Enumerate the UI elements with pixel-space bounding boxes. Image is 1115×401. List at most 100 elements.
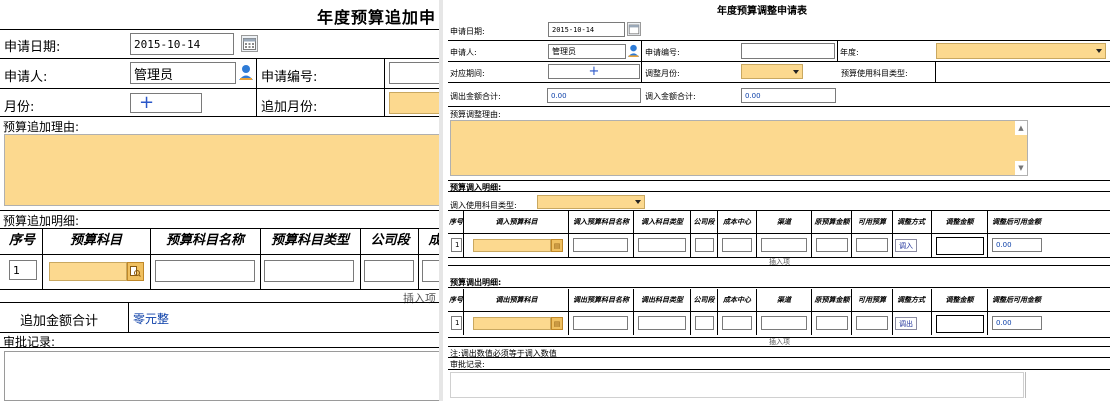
in-col-header-adjust-amount: 调整金额: [945, 217, 974, 227]
in-total-value: 0.00: [741, 88, 836, 103]
apply-no-label: 申请编号:: [261, 70, 318, 85]
total-value: 零元整: [133, 312, 170, 326]
apply-date-label: 申请日期:: [450, 27, 485, 36]
in-row-input-cost-center[interactable]: [722, 238, 752, 252]
subject-type-input[interactable]: [264, 260, 354, 282]
grid-line: [463, 289, 464, 335]
in-total-label: 调入金额合计:: [645, 92, 696, 101]
grid-line: [851, 211, 852, 257]
calendar-icon[interactable]: [627, 22, 641, 36]
cost-center-input[interactable]: [422, 260, 439, 282]
insert-link[interactable]: 插入项: [403, 290, 436, 306]
out-row-input-cost-center[interactable]: [722, 316, 752, 330]
out-col-header-subject-type: 调出科目类型: [641, 295, 683, 305]
grid-line: [633, 211, 634, 257]
dropdown-arrow-icon: [793, 69, 799, 74]
out-detail-table: 序号 调出预算科目 调出预算科目名称 调出科目类型 公司段 成本中心 渠道 原预算金额 可用预算…: [443, 289, 1115, 337]
out-col-header-subject: 调出预算科目: [495, 295, 538, 305]
adjust-month-label: 调整月份:: [645, 69, 680, 78]
scroll-arrow-icon[interactable]: ▲: [1015, 121, 1027, 135]
col-header-no: 序号: [8, 233, 35, 249]
out-row-input-company[interactable]: [695, 316, 714, 330]
period-input[interactable]: +: [548, 64, 640, 79]
scroll-arrow-icon[interactable]: ▼: [1015, 161, 1027, 175]
grid-line: [463, 211, 464, 257]
out-adjust-amount-input[interactable]: [936, 315, 984, 333]
in-row-input-orig-amount[interactable]: [816, 238, 848, 252]
user-icon[interactable]: [627, 43, 640, 58]
plus-icon[interactable]: +: [589, 65, 600, 78]
out-row-no-input[interactable]: 1: [451, 316, 462, 330]
reason-textarea[interactable]: [4, 134, 439, 206]
out-row-input-available[interactable]: [856, 316, 888, 330]
calendar-icon[interactable]: [241, 35, 258, 52]
plus-icon[interactable]: +: [139, 94, 154, 112]
lookup-icon[interactable]: ▤: [551, 317, 563, 330]
in-row-input-subject-type[interactable]: [638, 238, 686, 252]
out-col-header-available: 可用预算: [858, 295, 886, 305]
apply-date-input[interactable]: 2015-10-14: [130, 33, 234, 55]
add-month-select[interactable]: [389, 92, 439, 114]
year-select[interactable]: [936, 43, 1106, 59]
grid-line: [811, 211, 812, 257]
add-month-label: 追加月份:: [261, 100, 318, 115]
grid-line: [568, 289, 569, 335]
grid-line: [811, 289, 812, 335]
out-col-header-orig-amount: 原预算金额: [814, 295, 850, 305]
grid-line: [717, 211, 718, 257]
out-row-input-orig-amount[interactable]: [816, 316, 848, 330]
out-row-input-channel[interactable]: [761, 316, 807, 330]
user-icon[interactable]: [238, 63, 254, 81]
out-mode-button[interactable]: 调出: [895, 317, 917, 330]
out-col-header-channel: 渠道: [777, 295, 791, 305]
applicant-input[interactable]: 管理员: [130, 62, 236, 84]
subject-name-input[interactable]: [155, 260, 255, 282]
out-col-header-mode: 调整方式: [897, 295, 925, 305]
apply-no-input[interactable]: [389, 62, 439, 84]
in-adjusted-value: 0.00: [992, 238, 1042, 252]
col-header-subject-type: 预算科目类型: [270, 233, 349, 249]
grid-line: [931, 211, 932, 257]
lookup-icon[interactable]: ▤: [551, 239, 563, 252]
grid-line: [448, 233, 1110, 234]
grid-line: [851, 289, 852, 335]
in-col-header-cost-center: 成本中心: [723, 217, 751, 227]
subject-type-label: 预算使用科目类型:: [841, 69, 908, 78]
in-col-header-company: 公司段: [693, 217, 715, 227]
lookup-icon[interactable]: [127, 262, 144, 281]
apply-date-input[interactable]: 2015-10-14: [548, 22, 625, 37]
out-total-label: 调出金额合计:: [450, 92, 501, 101]
out-col-header-adjust-amount: 调整金额: [945, 295, 974, 305]
row-no-input[interactable]: 1: [9, 260, 37, 280]
in-subject-input[interactable]: [473, 239, 551, 252]
out-row-input-subject-type[interactable]: [638, 316, 686, 330]
reason-textarea[interactable]: ▲ ▼: [450, 120, 1028, 176]
in-row-input-company[interactable]: [695, 238, 714, 252]
month-input[interactable]: +: [130, 93, 202, 113]
out-row-input-subject-name[interactable]: [573, 316, 628, 330]
apply-no-input[interactable]: [741, 43, 835, 59]
in-mode-button[interactable]: 调入: [895, 239, 917, 252]
page-title: 年度预算调整申请表: [717, 6, 807, 17]
apply-no-label: 申请编号:: [645, 48, 680, 57]
in-row-input-subject-name[interactable]: [573, 238, 628, 252]
in-col-header-orig-amount: 原预算金额: [814, 217, 850, 227]
col-header-subject-name: 预算科目名称: [165, 233, 244, 249]
out-subject-input[interactable]: [473, 317, 551, 330]
in-subject-type-select[interactable]: [537, 195, 645, 209]
in-row-input-available[interactable]: [856, 238, 888, 252]
reason-label: 预算追加理由:: [3, 120, 80, 134]
grid-line: [633, 289, 634, 335]
adjust-month-select[interactable]: [741, 64, 803, 79]
in-row-no-input[interactable]: 1: [451, 238, 462, 252]
subject-input[interactable]: [49, 262, 127, 281]
col-header-cost: 成: [420, 230, 439, 252]
month-label: 月份:: [4, 100, 35, 115]
approval-records-area: [450, 372, 1024, 398]
in-row-input-channel[interactable]: [761, 238, 807, 252]
grid-line: [690, 211, 691, 257]
applicant-input[interactable]: 管理员: [548, 44, 626, 59]
company-input[interactable]: [364, 260, 414, 282]
in-adjust-amount-input[interactable]: [936, 237, 984, 255]
grid-line: [987, 289, 988, 335]
